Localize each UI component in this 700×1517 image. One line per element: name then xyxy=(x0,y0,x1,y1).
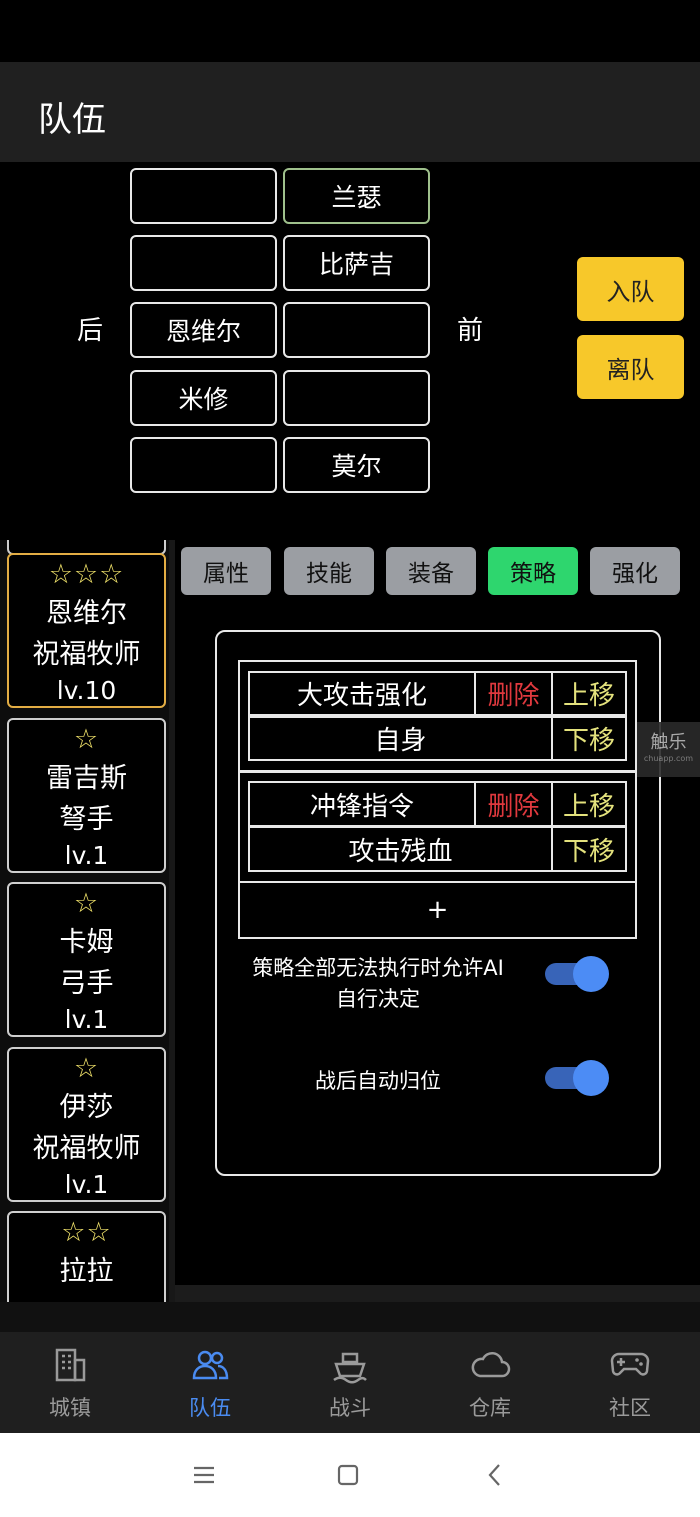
system-navigation-bar xyxy=(0,1433,700,1517)
back-slot-3[interactable]: 恩维尔 xyxy=(130,302,277,358)
hero-class: 祝福牧师 xyxy=(32,639,141,670)
hero-name: 伊莎 xyxy=(59,1092,114,1123)
hero-class: 祝福牧师 xyxy=(32,1133,141,1164)
back-slot-1[interactable] xyxy=(130,168,277,224)
toggle-knob xyxy=(573,956,609,992)
star-rating: ☆ xyxy=(73,1053,100,1084)
hero-name: 雷吉斯 xyxy=(46,763,127,794)
ship-icon xyxy=(333,1352,367,1384)
star-rating: ☆☆☆ xyxy=(48,559,125,590)
nav-label: 社区 xyxy=(609,1396,651,1420)
nav-warehouse[interactable]: 仓库 xyxy=(420,1332,560,1433)
hero-class: 弓手 xyxy=(59,968,114,999)
star-rating: ☆☆ xyxy=(61,1217,112,1248)
tab-strategy[interactable]: 策略 xyxy=(488,547,578,595)
back-slot-2[interactable] xyxy=(130,235,277,291)
strategy-condition[interactable]: 自身 xyxy=(248,716,553,761)
nav-label: 队伍 xyxy=(189,1396,231,1420)
move-up-button[interactable]: 上移 xyxy=(551,671,627,716)
delete-button[interactable]: 删除 xyxy=(474,781,553,827)
hero-name: 卡姆 xyxy=(59,927,114,958)
status-bar xyxy=(0,0,700,62)
tab-skills[interactable]: 技能 xyxy=(284,547,374,595)
cloud-icon xyxy=(471,1352,511,1378)
front-slot-5[interactable]: 莫尔 xyxy=(283,437,430,493)
tab-enhance[interactable]: 强化 xyxy=(590,547,680,595)
nav-town[interactable]: 城镇 xyxy=(0,1332,140,1433)
front-slot-2[interactable]: 比萨吉 xyxy=(283,235,430,291)
delete-button[interactable]: 删除 xyxy=(474,671,553,716)
watermark-text: 触乐 xyxy=(650,732,687,753)
auto-return-label: 战后自动归位 xyxy=(315,1069,441,1093)
move-up-button[interactable]: 上移 xyxy=(551,781,627,827)
hero-level: lv.10 xyxy=(56,676,117,705)
allow-ai-label-line: 自行决定 xyxy=(336,987,420,1011)
strategy-action[interactable]: 大攻击强化 xyxy=(248,671,476,716)
auto-return-toggle[interactable] xyxy=(545,1060,609,1096)
watermark-logo: 触乐 chuapp.com xyxy=(637,722,700,777)
content-bottom-bar xyxy=(175,1285,700,1302)
hero-level: lv.1 xyxy=(64,841,109,870)
allow-ai-label: 策略全部无法执行时允许AI 自行决定 xyxy=(236,953,520,1015)
back-row-label: 后 xyxy=(77,316,104,346)
move-down-button[interactable]: 下移 xyxy=(551,826,627,872)
roster-card[interactable]: ☆ 卡姆 弓手 lv.1 xyxy=(7,882,166,1037)
front-slot-3[interactable] xyxy=(283,302,430,358)
roster-card[interactable]: ☆☆ 拉拉 xyxy=(7,1211,166,1302)
front-slot-1[interactable]: 兰瑟 xyxy=(283,168,430,224)
nav-team[interactable]: 队伍 xyxy=(140,1332,280,1433)
add-strategy-button[interactable]: + xyxy=(238,881,637,939)
nav-label: 战斗 xyxy=(329,1396,371,1420)
menu-icon[interactable] xyxy=(190,1461,218,1489)
allow-ai-toggle[interactable] xyxy=(545,956,609,992)
building-icon xyxy=(55,1348,86,1382)
hero-class xyxy=(9,1292,164,1302)
people-icon xyxy=(192,1350,229,1380)
back-icon[interactable] xyxy=(482,1461,510,1489)
back-slot-4[interactable]: 米修 xyxy=(130,370,277,426)
hero-level: lv.1 xyxy=(64,1170,109,1199)
hero-level: lv.1 xyxy=(64,1005,109,1034)
roster-scrollbar[interactable] xyxy=(169,540,175,1302)
move-down-button[interactable]: 下移 xyxy=(551,716,627,761)
home-icon[interactable] xyxy=(334,1461,362,1489)
front-row-label: 前 xyxy=(457,316,484,346)
roster-card[interactable]: ☆ 伊莎 祝福牧师 lv.1 xyxy=(7,1047,166,1202)
allow-ai-label-line: 策略全部无法执行时允许AI xyxy=(252,956,504,980)
bottom-tab-bar: 城镇 队伍 战斗 仓库 社区 xyxy=(0,1332,700,1433)
strategy-condition[interactable]: 攻击残血 xyxy=(248,826,553,872)
nav-label: 城镇 xyxy=(49,1396,91,1420)
star-rating: ☆ xyxy=(73,888,100,919)
roster-list[interactable]: ☆☆☆ 恩维尔 祝福牧师 lv.10 ☆ 雷吉斯 弩手 lv.1 ☆ 卡姆 弓手… xyxy=(0,540,175,1302)
roster-card[interactable]: ☆ 雷吉斯 弩手 lv.1 xyxy=(7,718,166,873)
leave-team-button[interactable]: 离队 xyxy=(577,335,684,399)
hero-class: 弩手 xyxy=(59,804,114,835)
watermark-url: chuapp.com xyxy=(643,754,694,763)
hero-name: 恩维尔 xyxy=(46,598,127,629)
app-header: 队伍 xyxy=(0,62,700,162)
nav-battle[interactable]: 战斗 xyxy=(280,1332,420,1433)
tab-equipment[interactable]: 装备 xyxy=(386,547,476,595)
nav-label: 仓库 xyxy=(469,1396,511,1420)
front-slot-4[interactable] xyxy=(283,370,430,426)
back-slot-5[interactable] xyxy=(130,437,277,493)
bottom-spacer xyxy=(0,1302,700,1332)
hero-name: 拉拉 xyxy=(59,1256,114,1287)
tab-attributes[interactable]: 属性 xyxy=(181,547,271,595)
page-title: 队伍 xyxy=(38,100,106,140)
join-team-button[interactable]: 入队 xyxy=(577,257,684,321)
star-rating: ☆ xyxy=(73,724,100,755)
toggle-knob xyxy=(573,1060,609,1096)
nav-community[interactable]: 社区 xyxy=(560,1332,700,1433)
roster-card[interactable]: ☆☆☆ 恩维尔 祝福牧师 lv.10 xyxy=(7,553,166,708)
gamepad-icon xyxy=(610,1352,650,1376)
strategy-action[interactable]: 冲锋指令 xyxy=(248,781,476,827)
